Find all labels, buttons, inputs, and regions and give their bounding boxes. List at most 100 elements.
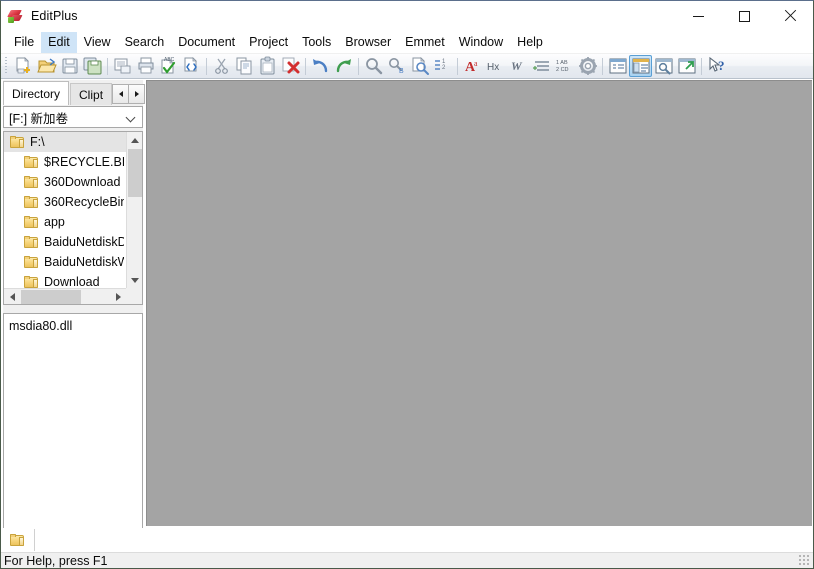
menu-view[interactable]: View — [77, 32, 118, 53]
sort-icon: 1 AB 2 CD — [555, 56, 575, 76]
paste-icon — [258, 56, 278, 76]
folder-icon — [9, 533, 25, 547]
menu-project[interactable]: Project — [242, 32, 295, 53]
menu-bar: File Edit View Search Document Project Tools Br… — [1, 31, 813, 54]
editplus-window: EditPlus File Edit View Search Document Proje… — [0, 0, 814, 569]
context-help-button[interactable]: ? — [705, 55, 728, 77]
goto-line-button[interactable]: 12 — [431, 55, 454, 77]
window-title: EditPlus — [31, 9, 78, 23]
spell-check-button[interactable]: ABC — [157, 55, 180, 77]
toolbar-grip[interactable] — [4, 57, 10, 75]
dock-tab-directory[interactable]: Directory — [3, 81, 70, 105]
maximize-button[interactable] — [721, 1, 767, 31]
tree-horizontal-scrollbar[interactable] — [4, 288, 126, 304]
toggle-output-window-button[interactable] — [606, 55, 629, 77]
maximize-icon — [738, 10, 750, 22]
menu-help[interactable]: Help — [510, 32, 550, 53]
toggle-output-window-icon — [608, 56, 628, 76]
minimize-button[interactable] — [675, 1, 721, 31]
tree-item[interactable]: BaiduNetdiskW — [4, 252, 126, 272]
goto-line-icon: 12 — [433, 56, 453, 76]
tree-scroll-left-button[interactable] — [4, 289, 20, 304]
view-in-browser-icon — [182, 56, 202, 76]
menu-edit[interactable]: Edit — [41, 31, 77, 53]
svg-text:ABC: ABC — [164, 57, 175, 63]
dock-tab-strip: Directory Clipt — [3, 80, 146, 105]
save-all-button[interactable] — [81, 55, 104, 77]
menu-browser[interactable]: Browser — [338, 32, 398, 53]
change-case-button[interactable]: Aa — [461, 55, 484, 77]
context-help-icon: ? — [707, 56, 727, 76]
tab-scroll-right-button[interactable] — [128, 84, 146, 104]
tree-hscroll-thumb[interactable] — [21, 290, 81, 304]
status-message: For Help, press F1 — [4, 553, 108, 568]
sort-button[interactable]: 1 AB 2 CD — [553, 55, 576, 77]
open-folder-button[interactable] — [35, 55, 58, 77]
toggle-document-selector-button[interactable] — [652, 55, 675, 77]
redo-icon — [334, 56, 354, 76]
document-tab[interactable] — [5, 529, 35, 551]
find-in-files-button[interactable] — [408, 55, 431, 77]
replace-button[interactable]: B — [385, 55, 408, 77]
tree-item[interactable]: 360Download — [4, 172, 126, 192]
tree-vscroll-thumb[interactable] — [128, 149, 142, 197]
print-preview-button[interactable] — [111, 55, 134, 77]
document-tab-strip — [1, 528, 813, 552]
tree-item[interactable]: F:\ — [4, 132, 126, 152]
preferences-button[interactable] — [576, 55, 599, 77]
dock-tab-clipt[interactable]: Clipt — [70, 83, 113, 105]
tree-scroll-down-button[interactable] — [127, 272, 142, 288]
find-icon — [364, 56, 384, 76]
menu-tools[interactable]: Tools — [295, 32, 338, 53]
toggle-directory-window-button[interactable] — [629, 55, 652, 77]
menu-emmet[interactable]: Emmet — [398, 32, 452, 53]
window-controls — [675, 1, 813, 31]
align-icon — [532, 56, 552, 76]
cut-button[interactable] — [210, 55, 233, 77]
tree-item[interactable]: app — [4, 212, 126, 232]
copy-button[interactable] — [233, 55, 256, 77]
undo-icon — [311, 56, 331, 76]
spell-check-icon: ABC — [159, 56, 179, 76]
new-file-button[interactable] — [12, 55, 35, 77]
find-button[interactable] — [362, 55, 385, 77]
close-button[interactable] — [767, 1, 813, 31]
menu-window[interactable]: Window — [452, 32, 510, 53]
svg-text:Hx: Hx — [487, 62, 499, 73]
paste-button[interactable] — [256, 55, 279, 77]
resize-grip-icon[interactable] — [799, 555, 811, 567]
delete-button[interactable] — [279, 55, 302, 77]
toggle-clipboard-window-button[interactable] — [675, 55, 698, 77]
cut-icon — [212, 56, 232, 76]
hex-view-button[interactable]: Hx — [484, 55, 507, 77]
tree-scroll-right-button[interactable] — [110, 289, 126, 304]
word-wrap-button[interactable]: W — [507, 55, 530, 77]
print-button[interactable] — [134, 55, 157, 77]
copy-icon — [235, 56, 255, 76]
view-in-browser-button[interactable] — [180, 55, 203, 77]
tree-vertical-scrollbar[interactable] — [126, 132, 142, 288]
chevron-up-icon — [131, 137, 139, 143]
save-button[interactable] — [58, 55, 81, 77]
folder-icon — [24, 255, 39, 269]
undo-button[interactable] — [309, 55, 332, 77]
tree-item[interactable]: Download — [4, 272, 126, 288]
tree-item[interactable]: BaiduNetdiskD — [4, 232, 126, 252]
menu-file[interactable]: File — [7, 32, 41, 53]
tree-scroll-up-button[interactable] — [127, 132, 142, 148]
redo-button[interactable] — [332, 55, 355, 77]
align-button[interactable] — [530, 55, 553, 77]
menu-document[interactable]: Document — [171, 32, 242, 53]
toolbar-separator — [457, 57, 458, 75]
directory-tree[interactable]: F:\ $RECYCLE.BIN 360Download 360RecycleBin a… — [3, 131, 143, 305]
directory-dock-panel: DirectoryClipt [F:] 新加卷 F:\ $RECYCLE.BIN 3… — [3, 80, 146, 568]
menu-search[interactable]: Search — [118, 32, 172, 53]
svg-text:a: a — [474, 59, 478, 68]
file-list-item[interactable]: msdia80.dll — [9, 318, 142, 335]
tree-item[interactable]: $RECYCLE.BIN — [4, 152, 126, 172]
drive-select[interactable]: [F:] 新加卷 — [3, 106, 143, 128]
tab-scroll-left-button[interactable] — [112, 84, 130, 104]
editor-workspace[interactable] — [146, 80, 812, 526]
toggle-document-selector-icon — [654, 56, 674, 76]
tree-item[interactable]: 360RecycleBin — [4, 192, 126, 212]
